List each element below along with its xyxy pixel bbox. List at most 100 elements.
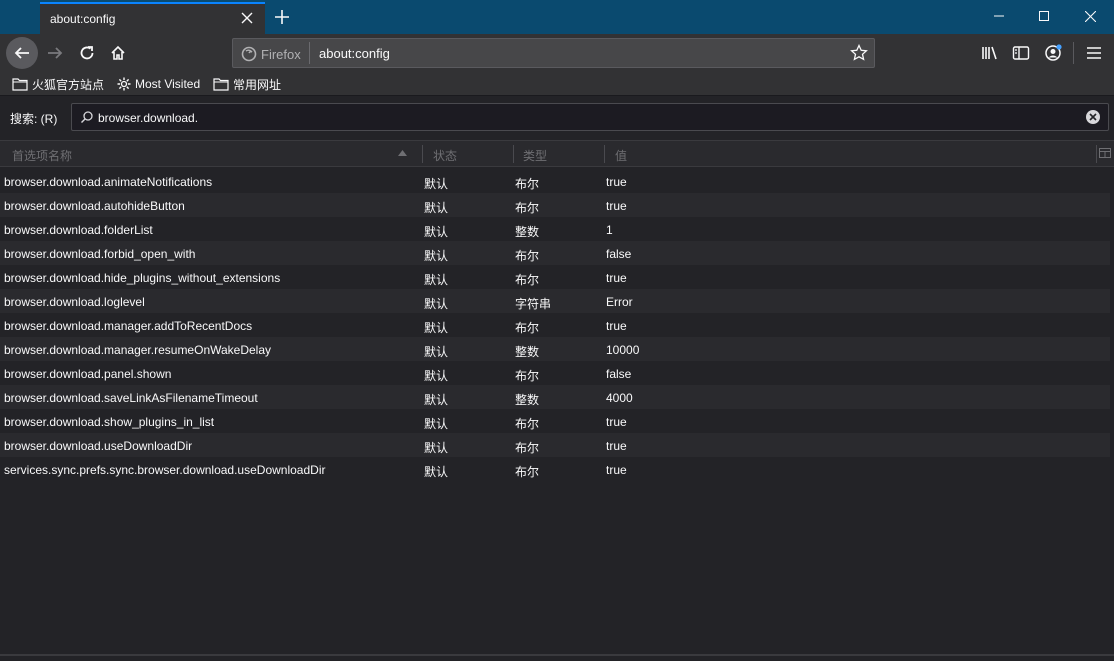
close-icon <box>1084 10 1096 22</box>
minimize-button[interactable] <box>976 0 1022 32</box>
table-row[interactable]: browser.download.useDownloadDir 默认 布尔 true <box>0 433 1110 457</box>
cell-status: 默认 <box>424 441 449 455</box>
identity-label: Firefox <box>261 46 301 62</box>
bookmark-star-icon[interactable] <box>850 43 868 62</box>
maximize-button[interactable] <box>1021 0 1067 32</box>
toolbar-separator <box>1073 42 1074 64</box>
content-bottom-border <box>0 654 1114 656</box>
column-header-type[interactable]: 类型 <box>523 141 603 166</box>
table-row[interactable]: browser.download.animateNotifications 默认 布… <box>0 169 1110 193</box>
table-row[interactable]: browser.download.saveLinkAsFilenameTimeo… <box>0 385 1110 409</box>
cell-type: 布尔 <box>515 369 540 383</box>
column-splitter[interactable] <box>1096 145 1097 163</box>
cell-type: 字符串 <box>515 297 552 311</box>
cell-value: true <box>606 199 627 213</box>
cell-type: 整数 <box>515 345 540 359</box>
tab-close-icon[interactable] <box>239 10 255 26</box>
cell-status: 默认 <box>424 417 449 431</box>
column-splitter[interactable] <box>604 145 605 163</box>
table-row[interactable]: browser.download.panel.shown 默认 布尔 false <box>0 361 1110 385</box>
column-header-status[interactable]: 状态 <box>433 141 513 166</box>
bookmarks-toolbar: 火狐官方站点 Most Visited 常用网址 <box>0 72 1114 96</box>
cell-value: false <box>606 247 632 261</box>
table-row[interactable]: browser.download.manager.resumeOnWakeDel… <box>0 337 1110 361</box>
library-icon[interactable] <box>980 43 1000 63</box>
cell-type: 布尔 <box>515 177 540 191</box>
table-row[interactable]: browser.download.autohideButton 默认 布尔 true <box>0 193 1110 217</box>
reload-icon <box>80 46 94 60</box>
column-header-name[interactable]: 首选项名称 <box>12 141 417 166</box>
cell-status: 默认 <box>424 345 449 359</box>
cell-value: true <box>606 463 627 477</box>
cell-name: browser.download.saveLinkAsFilenameTimeo… <box>4 391 258 405</box>
bookmark-label: 火狐官方站点 <box>32 77 105 92</box>
cell-name: browser.download.useDownloadDir <box>4 439 193 453</box>
search-input[interactable]: browser.download. <box>71 103 1109 131</box>
search-label: 搜索: (R) <box>10 112 58 126</box>
table-row[interactable]: browser.download.loglevel 默认 字符串 Error <box>0 289 1110 313</box>
cell-status: 默认 <box>424 177 449 191</box>
clear-search-icon[interactable] <box>1086 110 1100 124</box>
table-row[interactable]: browser.download.manager.addToRecentDocs… <box>0 313 1110 337</box>
bookmark-most-visited[interactable]: Most Visited <box>117 75 200 93</box>
sort-ascending-icon <box>398 150 407 156</box>
close-window-button[interactable] <box>1067 0 1113 32</box>
cell-type: 整数 <box>515 225 540 239</box>
cell-type: 布尔 <box>515 201 540 215</box>
firefox-icon <box>241 46 257 62</box>
preferences-table-header: 首选项名称 状态 类型 值 <box>0 140 1114 167</box>
forward-button[interactable] <box>40 38 70 68</box>
cell-status: 默认 <box>424 273 449 287</box>
cell-value: 4000 <box>606 391 633 405</box>
identity-box[interactable]: Firefox <box>241 45 301 63</box>
column-header-value[interactable]: 值 <box>615 141 695 166</box>
new-tab-button[interactable] <box>268 4 296 30</box>
sidebar-icon[interactable] <box>1011 43 1031 63</box>
cell-type: 布尔 <box>515 321 540 335</box>
cell-name: browser.download.panel.shown <box>4 367 172 381</box>
table-row[interactable]: browser.download.show_plugins_in_list 默认 布… <box>0 409 1110 433</box>
cell-status: 默认 <box>424 321 449 335</box>
back-button[interactable] <box>6 37 38 69</box>
cell-name: browser.download.animateNotifications <box>4 175 213 189</box>
table-row[interactable]: browser.download.forbid_open_with 默认 布尔 fal… <box>0 241 1110 265</box>
table-row[interactable]: services.sync.prefs.sync.browser.downloa… <box>0 457 1110 481</box>
column-header-name-label: 首选项名称 <box>12 149 73 163</box>
url-bar[interactable]: Firefox about:config <box>232 38 875 68</box>
reload-button[interactable] <box>72 38 102 68</box>
table-row[interactable]: browser.download.folderList 默认 整数 1 <box>0 217 1110 241</box>
bookmark-folder-firefox-official[interactable]: 火狐官方站点 <box>12 75 104 93</box>
tab-title: about:config <box>50 12 116 26</box>
bookmark-folder-common-sites[interactable]: 常用网址 <box>213 75 281 93</box>
cell-value: 1 <box>606 223 613 237</box>
cell-name: browser.download.show_plugins_in_list <box>4 415 215 429</box>
table-row[interactable]: browser.download.hide_plugins_without_ex… <box>0 265 1110 289</box>
minimize-icon <box>994 15 1004 17</box>
column-picker-icon[interactable] <box>1099 147 1111 162</box>
identity-separator <box>309 42 310 64</box>
account-icon[interactable] <box>1043 43 1063 63</box>
home-icon <box>111 45 125 60</box>
cell-type: 布尔 <box>515 465 540 479</box>
hamburger-menu-icon[interactable] <box>1084 43 1104 63</box>
cell-type: 布尔 <box>515 441 540 455</box>
bookmark-label: 常用网址 <box>233 77 282 92</box>
gear-icon <box>117 77 131 91</box>
column-splitter[interactable] <box>422 145 423 163</box>
cell-type: 布尔 <box>515 249 540 263</box>
tab-about-config[interactable]: about:config <box>40 2 265 34</box>
tab-bar: about:config <box>0 0 1114 34</box>
cell-status: 默认 <box>424 225 449 239</box>
cell-type: 整数 <box>515 393 540 407</box>
cell-status: 默认 <box>424 393 449 407</box>
cell-value: true <box>606 415 627 429</box>
column-splitter[interactable] <box>513 145 514 163</box>
url-text[interactable]: about:config <box>319 46 390 61</box>
folder-icon <box>12 78 28 91</box>
cell-type: 布尔 <box>515 273 540 287</box>
cell-name: browser.download.manager.resumeOnWakeDel… <box>4 343 272 357</box>
cell-status: 默认 <box>424 201 449 215</box>
home-button[interactable] <box>103 38 133 68</box>
maximize-icon <box>1039 11 1049 21</box>
search-row: 搜索: (R) browser.download. <box>0 97 1114 139</box>
